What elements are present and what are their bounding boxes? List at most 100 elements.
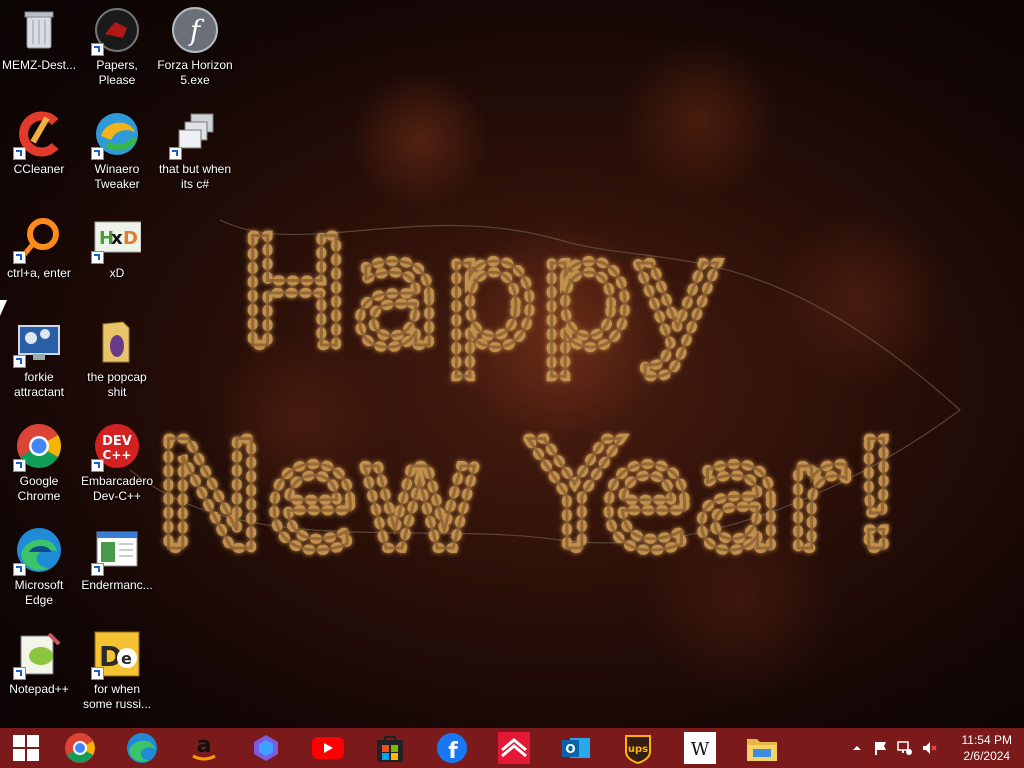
desktop-icon-devcpp[interactable]: DEV C++ Embarcadero Dev-C++ (78, 422, 156, 504)
copilot-icon (254, 735, 278, 761)
svg-text:DEV: DEV (102, 434, 132, 449)
show-hidden-icons-button[interactable] (850, 728, 864, 768)
papers-please-icon (91, 6, 141, 56)
desktop-icon-label: Embarcadero Dev-C++ (80, 474, 154, 503)
svg-text:x: x (111, 228, 123, 249)
speaker-muted-icon (923, 742, 937, 754)
svg-text:e: e (121, 649, 132, 668)
taskbar-chrome[interactable] (62, 732, 98, 764)
desktop-icon-notepad-plus-plus[interactable]: Notepad++ (0, 630, 78, 697)
youtube-icon (312, 737, 344, 759)
desktop-icon-microsoft-edge[interactable]: Microsoft Edge (0, 526, 78, 608)
recycle-bin-icon (15, 6, 63, 54)
taskbar-bank-of-america[interactable] (496, 732, 532, 764)
svg-text:W: W (691, 739, 710, 760)
taskbar-ups[interactable]: ups (620, 732, 656, 764)
desktop-icon-csharp[interactable]: that but when its c# (156, 110, 234, 192)
desktop-icon-popcap[interactable]: the popcap shit (78, 318, 156, 400)
desktop-icon-label: Papers, Please (96, 58, 138, 87)
file-explorer-icon (747, 739, 777, 761)
desktop-icon-endermanch[interactable]: Endermanc... (78, 526, 156, 593)
clock-time: 11:54 PM (961, 733, 1012, 747)
taskbar: a f O ups W 11:54 PM 2/6/2024 (0, 728, 1024, 768)
desktop-icon-label: Notepad++ (9, 682, 69, 696)
settings-monitor-icon (13, 318, 63, 368)
shortcut-arrow-icon (91, 251, 104, 264)
document-icon (91, 526, 141, 576)
taskbar-edge[interactable] (124, 732, 160, 764)
action-center-flag[interactable] (872, 728, 890, 768)
taskbar-facebook[interactable]: f (434, 732, 470, 764)
shortcut-arrow-icon (91, 667, 104, 680)
notepadpp-icon (13, 630, 63, 680)
start-icon (13, 735, 39, 761)
taskbar-file-explorer[interactable] (744, 732, 780, 764)
desktop-icon-papers-please[interactable]: Papers, Please (78, 6, 156, 88)
facebook-icon: f (437, 733, 467, 764)
shortcut-arrow-icon (13, 563, 26, 576)
desktop-icon-label: Winaero Tweaker (94, 162, 140, 191)
mouse-cursor-icon (0, 300, 7, 316)
desktop-icon-forkie[interactable]: forkie attractant (0, 318, 78, 400)
bank-of-america-icon (498, 732, 530, 764)
ring-icon (13, 214, 63, 264)
windows-stack-icon (169, 110, 219, 160)
svg-text:f: f (448, 739, 458, 764)
folder-icon (93, 318, 141, 366)
network-status[interactable] (896, 728, 914, 768)
desktop-icon-google-chrome[interactable]: Google Chrome (0, 422, 78, 504)
desktop-icon-forza[interactable]: f Forza Horizon 5.exe (156, 6, 234, 88)
svg-text:a: a (197, 733, 212, 758)
taskbar-outlook[interactable]: O (558, 732, 594, 764)
taskbar-wikipedia[interactable]: W (682, 732, 718, 764)
shortcut-arrow-icon (91, 563, 104, 576)
svg-text:D: D (123, 228, 138, 249)
desktop-icon-ctrl-a-enter[interactable]: ctrl+a, enter (0, 214, 78, 281)
shortcut-arrow-icon (13, 459, 26, 472)
start-button[interactable] (8, 732, 44, 764)
desktop-icon-winaero-tweaker[interactable]: Winaero Tweaker (78, 110, 156, 192)
desktop-icon-label: xD (109, 266, 125, 280)
taskbar-youtube[interactable] (310, 732, 346, 764)
desktop-icon-label: forkie attractant (13, 370, 65, 399)
desktop-icon-label: for when some russi... (82, 682, 151, 711)
shortcut-arrow-icon (169, 147, 182, 160)
desktop-icon-russian[interactable]: De for when some russi... (78, 630, 156, 712)
taskbar-amazon[interactable]: a (186, 732, 222, 764)
shortcut-arrow-icon (13, 355, 26, 368)
desktop-icon-label: Google Chrome (17, 474, 61, 503)
ccleaner-icon (13, 110, 63, 160)
desktop-icon-label: Forza Horizon 5.exe (157, 58, 233, 87)
winaero-icon (91, 110, 141, 160)
taskbar-store[interactable] (372, 732, 408, 764)
desktop-icon-ccleaner[interactable]: CCleaner (0, 110, 78, 177)
wikipedia-icon: W (684, 732, 716, 764)
svg-text:O: O (565, 742, 575, 756)
ups-icon: ups (625, 735, 651, 764)
chrome-icon (13, 422, 63, 472)
edge-icon (13, 526, 63, 576)
amazon-icon: a (192, 733, 216, 761)
volume-control[interactable] (920, 728, 938, 768)
shortcut-arrow-icon (91, 43, 104, 56)
taskbar-clock[interactable]: 11:54 PM 2/6/2024 (962, 732, 1012, 764)
wallpaper-line-2-outline: New Year! (154, 410, 907, 584)
desktop-icon-label: ctrl+a, enter (7, 266, 71, 280)
clock-date: 2/6/2024 (963, 749, 1011, 763)
desktop-icon-label: MEMZ-Dest... (2, 58, 76, 72)
edge-icon (127, 733, 157, 763)
shortcut-arrow-icon (13, 251, 26, 264)
chevron-up-icon (853, 746, 861, 750)
taskbar-copilot[interactable] (248, 732, 284, 764)
shortcut-arrow-icon (91, 459, 104, 472)
desktop-icon-label: that but when its c# (158, 162, 232, 191)
de-icon: De (91, 630, 141, 680)
shortcut-arrow-icon (91, 147, 104, 160)
desktop-icon-label: the popcap shit (87, 370, 147, 399)
desktop-background[interactable]: Happy Happy New Year! New Year! MEMZ-Des… (0, 0, 1024, 728)
store-icon (377, 736, 403, 762)
network-icon (897, 741, 912, 755)
hxd-icon: HxD (91, 214, 142, 264)
desktop-icon-xd[interactable]: HxD xD (78, 214, 156, 281)
desktop-icon-memz[interactable]: MEMZ-Dest... (0, 6, 78, 73)
